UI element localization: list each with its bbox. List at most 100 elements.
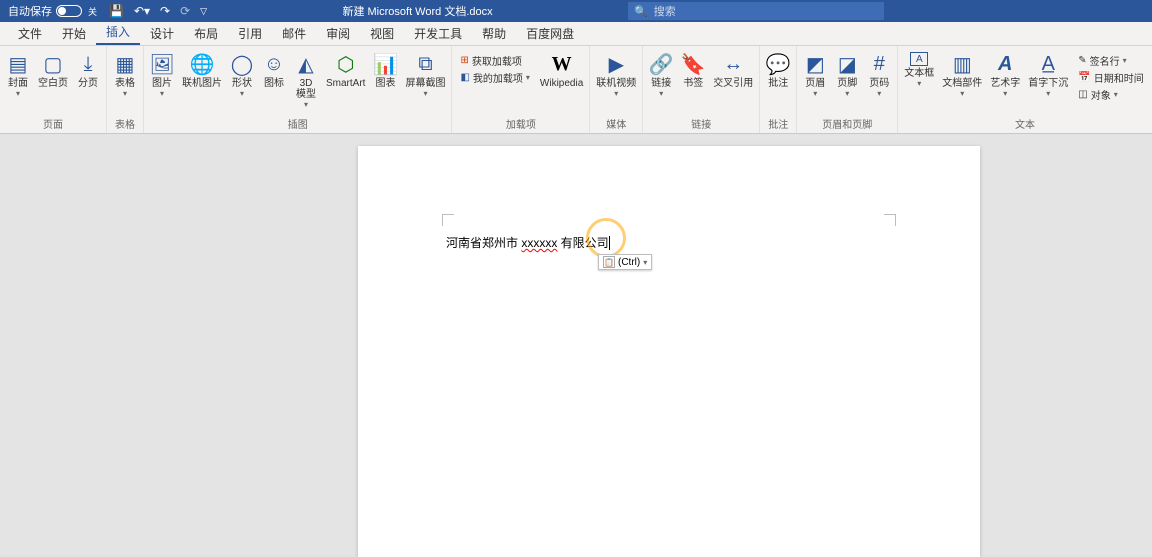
auto-save-label: 自动保存	[8, 3, 52, 19]
tab-dev[interactable]: 开发工具	[404, 21, 472, 45]
ribbon-group-links: 🔗链接▾ 🔖书签 ↔交叉引用 链接	[643, 46, 760, 133]
page-break-icon: ⤓	[76, 52, 100, 76]
screenshot-button[interactable]: ⧉屏幕截图▾	[401, 50, 449, 100]
page[interactable]: 河南省郑州市 xxxxxx 有限公司 📋 (Ctrl) ▾	[358, 146, 980, 557]
margin-marker-tr	[884, 214, 896, 226]
tab-references[interactable]: 引用	[228, 21, 272, 45]
tab-help[interactable]: 帮助	[472, 21, 516, 45]
redo-icon[interactable]: ↷	[160, 4, 170, 18]
group-name-links: 链接	[691, 114, 711, 133]
date-icon: 📅	[1078, 72, 1090, 83]
ribbon-group-media: ▶联机视频▾ 媒体	[590, 46, 643, 133]
footer-icon: ◪	[835, 52, 859, 76]
ribbon-group-text: A文本框▾ ▥文档部件▾ A艺术字▾ A̲首字下沉▾ ✎签名行▾ 📅日期和时间 …	[898, 46, 1152, 133]
tab-home[interactable]: 开始	[52, 21, 96, 45]
paste-options-button[interactable]: 📋 (Ctrl) ▾	[598, 254, 652, 270]
search-input[interactable]: 🔍 搜索	[628, 2, 884, 20]
header-button[interactable]: ◩页眉▾	[799, 50, 831, 100]
table-button[interactable]: ▦表格▾	[109, 50, 141, 100]
save-icon[interactable]: 💾	[109, 4, 124, 18]
signature-line-button[interactable]: ✎签名行▾	[1074, 52, 1147, 69]
shapes-icon: ◯	[230, 52, 254, 76]
bookmark-icon: 🔖	[681, 52, 705, 76]
my-addins-button[interactable]: ◧我的加载项▾	[456, 69, 533, 86]
tab-mail[interactable]: 邮件	[272, 21, 316, 45]
pictures-button[interactable]: 🖼图片▾	[146, 50, 178, 100]
chart-button[interactable]: 📊图表	[369, 50, 401, 91]
smartart-icon: ⬡	[334, 52, 358, 76]
wordart-button[interactable]: A艺术字▾	[986, 50, 1024, 100]
tab-layout[interactable]: 布局	[184, 21, 228, 45]
smartart-button[interactable]: ⬡SmartArt	[322, 50, 369, 91]
tab-review[interactable]: 审阅	[316, 21, 360, 45]
link-icon: 🔗	[649, 52, 673, 76]
bookmark-button[interactable]: 🔖书签	[677, 50, 709, 91]
textbox-button[interactable]: A文本框▾	[900, 50, 938, 90]
addins-icon: ◧	[460, 72, 469, 83]
get-addins-button[interactable]: ⊞获取加载项	[456, 52, 533, 69]
group-name-addins: 加载项	[506, 114, 536, 133]
document-canvas[interactable]: 河南省郑州市 xxxxxx 有限公司 📋 (Ctrl) ▾	[0, 134, 1152, 557]
object-icon: ◫	[1078, 89, 1087, 100]
blank-page-button[interactable]: ▢空白页	[34, 50, 72, 91]
document-text[interactable]: 河南省郑州市 xxxxxx 有限公司	[446, 234, 610, 251]
qat-more-icon[interactable]: ▽	[200, 6, 207, 17]
ribbon-group-comments: 💬批注 批注	[760, 46, 797, 133]
table-icon: ▦	[113, 52, 137, 76]
ribbon: ▤封面▾ ▢空白页 ⤓分页 页面 ▦表格▾ 表格 🖼图片▾ 🌐联机图片 ◯形状▾…	[0, 46, 1152, 134]
comment-icon: 💬	[766, 52, 790, 76]
pictures-icon: 🖼	[150, 52, 174, 76]
auto-save-state: 关	[88, 5, 97, 18]
paste-options-icon: 📋	[603, 256, 615, 268]
group-name-text: 文本	[1015, 114, 1035, 133]
paste-options-label: (Ctrl)	[618, 257, 640, 268]
shapes-button[interactable]: ◯形状▾	[226, 50, 258, 100]
comment-button[interactable]: 💬批注	[762, 50, 794, 91]
tab-view[interactable]: 视图	[360, 21, 404, 45]
online-pictures-button[interactable]: 🌐联机图片	[178, 50, 226, 91]
cover-page-button[interactable]: ▤封面▾	[2, 50, 34, 100]
undo-icon[interactable]: ↶▾	[134, 4, 150, 18]
tab-file[interactable]: 文件	[8, 21, 52, 45]
group-name-media: 媒体	[606, 114, 626, 133]
3d-models-button[interactable]: ◭3D 模型▾	[290, 50, 322, 111]
auto-save-toggle[interactable]: 自动保存 关	[8, 3, 97, 19]
page-number-button[interactable]: #页码▾	[863, 50, 895, 100]
ribbon-group-header-footer: ◩页眉▾ ◪页脚▾ #页码▾ 页眉和页脚	[797, 46, 898, 133]
online-video-button[interactable]: ▶联机视频▾	[592, 50, 640, 100]
link-button[interactable]: 🔗链接▾	[645, 50, 677, 100]
icons-icon: ☺	[262, 52, 286, 76]
object-button[interactable]: ◫对象▾	[1074, 86, 1147, 103]
chevron-down-icon: ▾	[643, 258, 647, 267]
tab-design[interactable]: 设计	[140, 21, 184, 45]
wikipedia-button[interactable]: WWikipedia	[536, 50, 587, 91]
ribbon-group-pages: ▤封面▾ ▢空白页 ⤓分页 页面	[0, 46, 107, 133]
sync-icon[interactable]: ⟳	[180, 4, 190, 18]
date-time-button[interactable]: 📅日期和时间	[1074, 69, 1147, 86]
chart-icon: 📊	[373, 52, 397, 76]
store-icon: ⊞	[460, 55, 468, 66]
quick-parts-button[interactable]: ▥文档部件▾	[938, 50, 986, 100]
page-break-button[interactable]: ⤓分页	[72, 50, 104, 91]
search-icon: 🔍	[634, 5, 648, 18]
tab-baidu[interactable]: 百度网盘	[516, 21, 584, 45]
header-icon: ◩	[803, 52, 827, 76]
dropcap-icon: A̲	[1036, 52, 1060, 76]
ribbon-group-addins: ⊞获取加载项 ◧我的加载项▾ WWikipedia 加载项	[452, 46, 590, 133]
footer-button[interactable]: ◪页脚▾	[831, 50, 863, 100]
text-spellcheck-error: xxxxxx	[521, 236, 557, 250]
dropcap-button[interactable]: A̲首字下沉▾	[1024, 50, 1072, 100]
tab-insert[interactable]: 插入	[96, 19, 140, 45]
cross-reference-button[interactable]: ↔交叉引用	[709, 50, 757, 91]
group-name-comments: 批注	[768, 114, 788, 133]
group-name-header-footer: 页眉和页脚	[822, 114, 872, 133]
quick-access-toolbar: 💾 ↶▾ ↷ ⟳ ▽	[109, 4, 207, 18]
wordart-icon: A	[993, 52, 1017, 76]
margin-marker-tl	[442, 214, 454, 226]
group-name-illustrations: 插图	[288, 114, 308, 133]
wikipedia-icon: W	[550, 52, 574, 76]
screenshot-icon: ⧉	[413, 52, 437, 76]
text-prefix: 河南省郑州市	[446, 236, 521, 250]
blank-page-icon: ▢	[41, 52, 65, 76]
icons-button[interactable]: ☺图标	[258, 50, 290, 91]
